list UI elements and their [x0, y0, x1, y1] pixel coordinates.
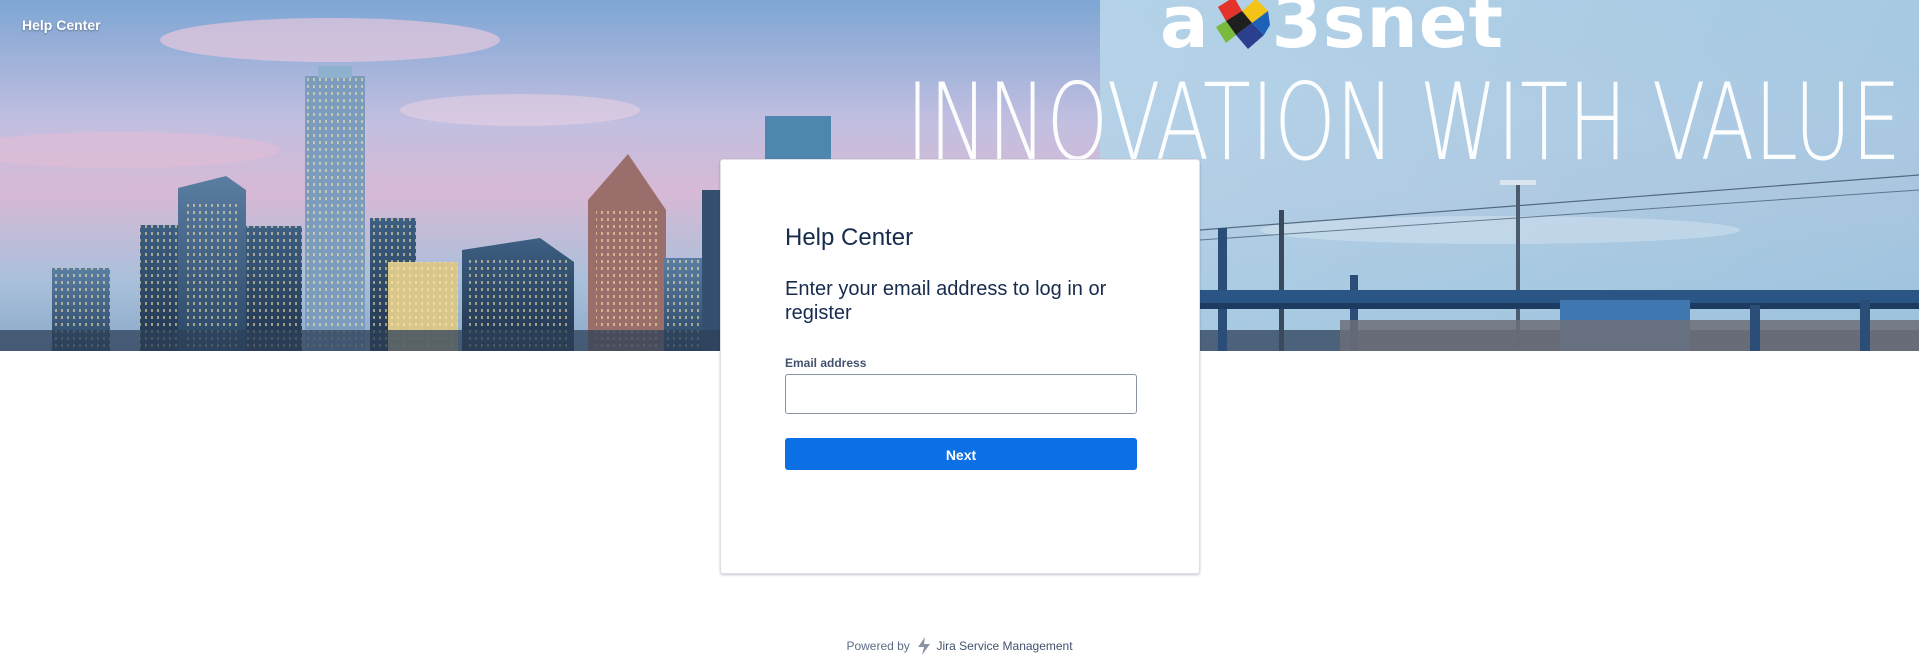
login-card: Help Center Enter your email address to … [720, 159, 1200, 574]
brand-text-right: 3snet [1271, 0, 1505, 64]
help-center-login-page: Help Center a 3snet INNOVATION WITH VALU… [0, 0, 1919, 672]
card-subtitle: Enter your email address to log in or re… [785, 278, 1107, 324]
jira-service-management-icon [918, 636, 931, 655]
jira-service-management-link[interactable]: Jira Service Management [937, 637, 1073, 655]
brand-text-left: a [1160, 0, 1210, 64]
card-title: Help Center [785, 224, 914, 251]
site-title-link[interactable]: Help Center [22, 17, 101, 33]
login-form: Help Center Enter your email address to … [785, 224, 1137, 470]
footer: Powered by Jira Service Management [0, 636, 1919, 655]
powered-by-text: Powered by [846, 638, 910, 653]
multicolor-cube-icon [1215, 0, 1270, 49]
brand-logo: a 3snet [1160, 0, 1504, 58]
email-label: Email address [785, 356, 867, 370]
next-button[interactable]: Next [785, 438, 1137, 470]
email-input[interactable] [785, 374, 1137, 414]
